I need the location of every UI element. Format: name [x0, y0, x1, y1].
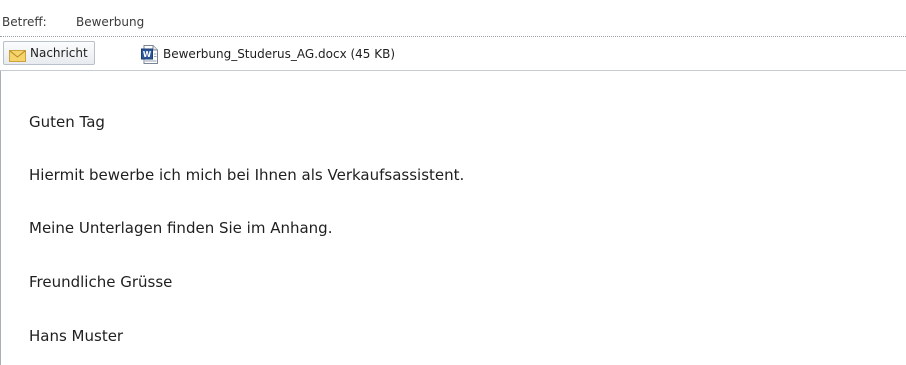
- signature-name: Hans Muster: [29, 327, 124, 345]
- closing-line: Freundliche Grüsse: [29, 273, 173, 291]
- svg-text:W: W: [143, 50, 152, 59]
- body-line-attachment-note: Meine Unterlagen finden Sie im Anhang.: [29, 219, 333, 237]
- message-body[interactable]: Guten Tag Hiermit bewerbe ich mich bei I…: [0, 71, 906, 365]
- attachment-label: Bewerbung_Studerus_AG.docx (45 KB): [163, 47, 396, 61]
- greeting-line: Guten Tag: [29, 113, 105, 131]
- envelope-icon: [9, 47, 26, 62]
- message-tab-label: Nachricht: [30, 46, 88, 60]
- word-document-icon: W: [141, 44, 158, 64]
- attachment-docx[interactable]: W Bewerbung_Studerus_AG.docx (45 KB): [141, 42, 395, 66]
- attachment-bar: Nachricht W Bewerbung_Studerus_AG.docx (…: [0, 39, 906, 73]
- subject-label: Betreff:: [2, 15, 47, 29]
- message-tab[interactable]: Nachricht: [3, 41, 95, 65]
- subject-row: Betreff: Bewerbung: [0, 0, 906, 34]
- header-divider: [0, 36, 906, 37]
- subject-value: Bewerbung: [76, 15, 145, 29]
- body-line-application: Hiermit bewerbe ich mich bei Ihnen als V…: [29, 166, 465, 184]
- email-reading-pane: Betreff: Bewerbung Nachricht W Bewerbung…: [0, 0, 906, 365]
